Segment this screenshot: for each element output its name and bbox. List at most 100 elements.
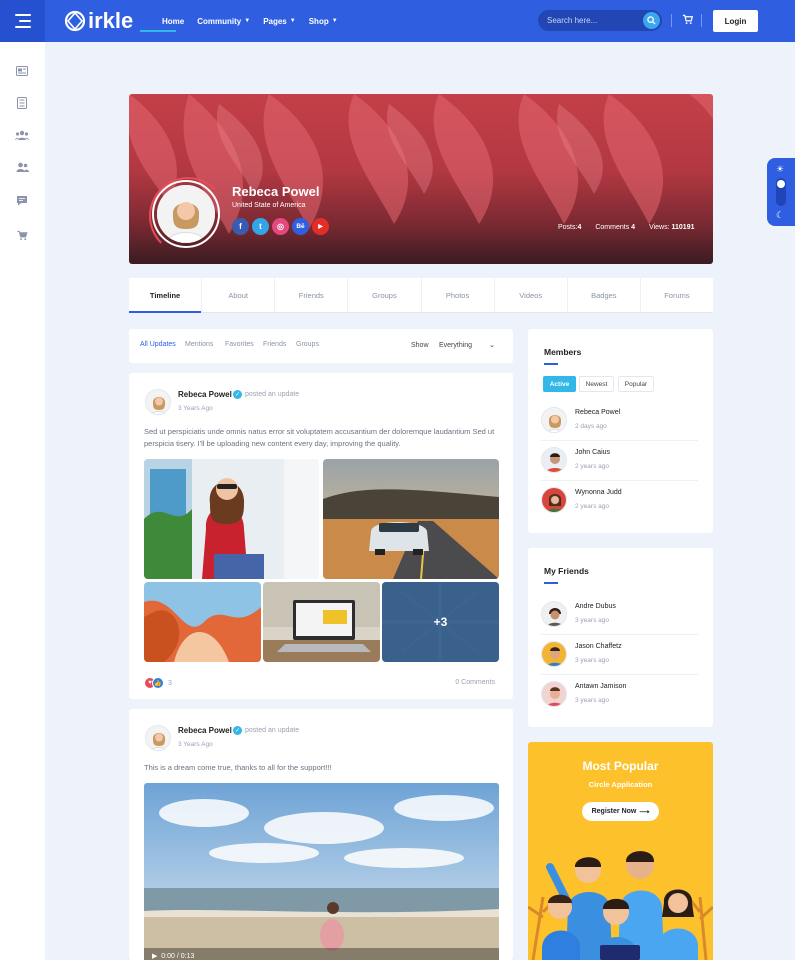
chevron-down-icon: ▼ bbox=[289, 18, 296, 24]
feed-filter-bar: All Updates Mentions Favorites Friends G… bbox=[129, 329, 513, 363]
nav-label: Community bbox=[197, 16, 242, 26]
comments-count: 4 bbox=[631, 224, 636, 231]
logo-mark-icon bbox=[64, 10, 86, 32]
main-nav: Home Community ▼ Pages ▼ Shop ▼ bbox=[162, 0, 338, 42]
register-now-button[interactable]: Register Now ⟶ bbox=[582, 802, 659, 821]
document-icon[interactable] bbox=[14, 96, 30, 110]
members-tab-popular[interactable]: Popular bbox=[618, 376, 654, 392]
verified-icon: ✓ bbox=[233, 390, 242, 399]
filter-friends[interactable]: Friends bbox=[263, 341, 286, 348]
nav-home[interactable]: Home bbox=[162, 17, 184, 26]
post-author[interactable]: Rebeca Powel bbox=[178, 726, 232, 735]
member-name[interactable]: Wynonna Judd bbox=[575, 489, 622, 496]
friend-time: 3 years ago bbox=[575, 657, 609, 664]
tab-timeline[interactable]: Timeline bbox=[129, 278, 203, 313]
friend-name[interactable]: Antawn Jamison bbox=[575, 683, 626, 690]
post-author[interactable]: Rebeca Powel bbox=[178, 390, 232, 399]
friend-time: 3 years ago bbox=[575, 697, 609, 704]
members-widget: Members Active Newest Popular Rebeca Pow… bbox=[528, 329, 713, 533]
filter-all-updates[interactable]: All Updates bbox=[140, 341, 176, 348]
behance-icon[interactable]: Bē bbox=[292, 218, 309, 235]
member-time: 2 years ago bbox=[575, 503, 609, 510]
post-photo[interactable] bbox=[263, 582, 380, 662]
groups-icon[interactable] bbox=[14, 128, 30, 142]
more-photos-count: +3 bbox=[382, 582, 499, 662]
member-name[interactable]: John Caius bbox=[575, 449, 610, 456]
member-time: 2 days ago bbox=[575, 423, 607, 430]
chat-icon[interactable] bbox=[14, 193, 30, 207]
cart-icon[interactable] bbox=[14, 228, 30, 242]
menu-toggle-icon[interactable] bbox=[0, 0, 45, 42]
show-select[interactable]: Everything bbox=[439, 342, 472, 349]
profile-name: Rebeca Powel bbox=[232, 184, 320, 199]
top-navbar: irkle Home Community ▼ Pages ▼ Shop ▼ Searc… bbox=[0, 0, 795, 42]
tab-videos[interactable]: Videos bbox=[495, 278, 568, 312]
theme-toggle[interactable]: ☀ ☾ bbox=[767, 158, 795, 226]
users-icon[interactable] bbox=[14, 160, 30, 174]
post-action: posted an update bbox=[245, 391, 300, 398]
post-card: Rebeca Powel ✓ posted an update 3 Years … bbox=[129, 373, 513, 699]
members-tab-active[interactable]: Active bbox=[543, 376, 576, 392]
list-item[interactable]: John Caius 2 years ago bbox=[541, 441, 698, 481]
nav-shop[interactable]: Shop ▼ bbox=[309, 17, 338, 26]
profile-avatar[interactable] bbox=[149, 177, 227, 255]
logo[interactable]: irkle bbox=[64, 8, 133, 34]
divider bbox=[701, 14, 702, 27]
nav-community[interactable]: Community ▼ bbox=[197, 17, 250, 26]
tab-groups[interactable]: Groups bbox=[348, 278, 422, 312]
search-placeholder: Search here... bbox=[547, 16, 598, 25]
member-name[interactable]: Rebeca Powel bbox=[575, 409, 620, 416]
friend-name[interactable]: Andre Dubus bbox=[575, 603, 616, 610]
post-photo[interactable] bbox=[144, 582, 261, 662]
filter-groups[interactable]: Groups bbox=[296, 341, 319, 348]
list-item[interactable]: Wynonna Judd 2 years ago bbox=[541, 481, 698, 521]
filter-mentions[interactable]: Mentions bbox=[185, 341, 213, 348]
login-button[interactable]: Login bbox=[713, 10, 758, 32]
posts-count: 4 bbox=[577, 224, 582, 231]
avatar bbox=[541, 641, 567, 667]
facebook-icon[interactable]: f bbox=[232, 218, 249, 235]
list-item[interactable]: Rebeca Powel 2 days ago bbox=[541, 401, 698, 441]
search-button[interactable] bbox=[643, 12, 660, 29]
tab-photos[interactable]: Photos bbox=[422, 278, 495, 312]
reaction-count: 3 bbox=[168, 679, 172, 687]
tab-friends[interactable]: Friends bbox=[275, 278, 349, 312]
youtube-icon[interactable]: ▶ bbox=[312, 218, 329, 235]
sun-icon: ☀ bbox=[776, 164, 785, 174]
post-photo[interactable] bbox=[144, 459, 319, 579]
reactions[interactable]: ♥ 👍 3 bbox=[144, 677, 172, 689]
friend-name[interactable]: Jason Chaffetz bbox=[575, 643, 622, 650]
avatar[interactable] bbox=[145, 389, 171, 415]
list-item[interactable]: Jason Chaffetz 3 years ago bbox=[541, 635, 698, 675]
tab-forums[interactable]: Forums bbox=[641, 278, 713, 312]
members-tab-newest[interactable]: Newest bbox=[579, 376, 614, 392]
nav-pages[interactable]: Pages ▼ bbox=[263, 17, 296, 26]
list-item[interactable]: Andre Dubus 3 years ago bbox=[541, 595, 698, 635]
newsfeed-icon[interactable] bbox=[14, 64, 30, 78]
list-item[interactable]: Antawn Jamison 3 years ago bbox=[541, 675, 698, 715]
toggle-knob[interactable] bbox=[777, 180, 785, 188]
filter-favorites[interactable]: Favorites bbox=[225, 341, 254, 348]
search-input[interactable]: Search here... bbox=[538, 10, 662, 31]
twitter-icon[interactable]: t bbox=[252, 218, 269, 235]
post-photo-more[interactable]: +3 bbox=[382, 582, 499, 662]
post-photo[interactable] bbox=[323, 459, 499, 579]
like-icon: 👍 bbox=[152, 677, 164, 689]
post-card: Rebeca Powel ✓ posted an update 3 Years … bbox=[129, 709, 513, 960]
post-text: Sed ut perspiciatis unde omnis natus err… bbox=[144, 427, 495, 448]
logo-text: irkle bbox=[88, 8, 134, 33]
views-count: 110191 bbox=[671, 224, 695, 231]
register-label: Register Now bbox=[591, 808, 637, 815]
dribbble-icon[interactable]: ◎ bbox=[272, 218, 289, 235]
chevron-down-icon[interactable]: ⌄ bbox=[489, 341, 495, 349]
tab-about[interactable]: About bbox=[202, 278, 276, 312]
tab-badges[interactable]: Badges bbox=[568, 278, 641, 312]
promo-illustration bbox=[528, 851, 713, 960]
avatar[interactable] bbox=[145, 725, 171, 751]
video-controls[interactable]: ▶ 0:00 / 0:13 bbox=[152, 952, 194, 960]
nav-label: Shop bbox=[308, 16, 329, 26]
show-label: Show bbox=[411, 342, 429, 349]
post-video[interactable]: ▶ 0:00 / 0:13 bbox=[144, 783, 499, 960]
comments-link[interactable]: 0 Comments bbox=[455, 679, 495, 686]
cart-icon[interactable] bbox=[682, 14, 693, 25]
